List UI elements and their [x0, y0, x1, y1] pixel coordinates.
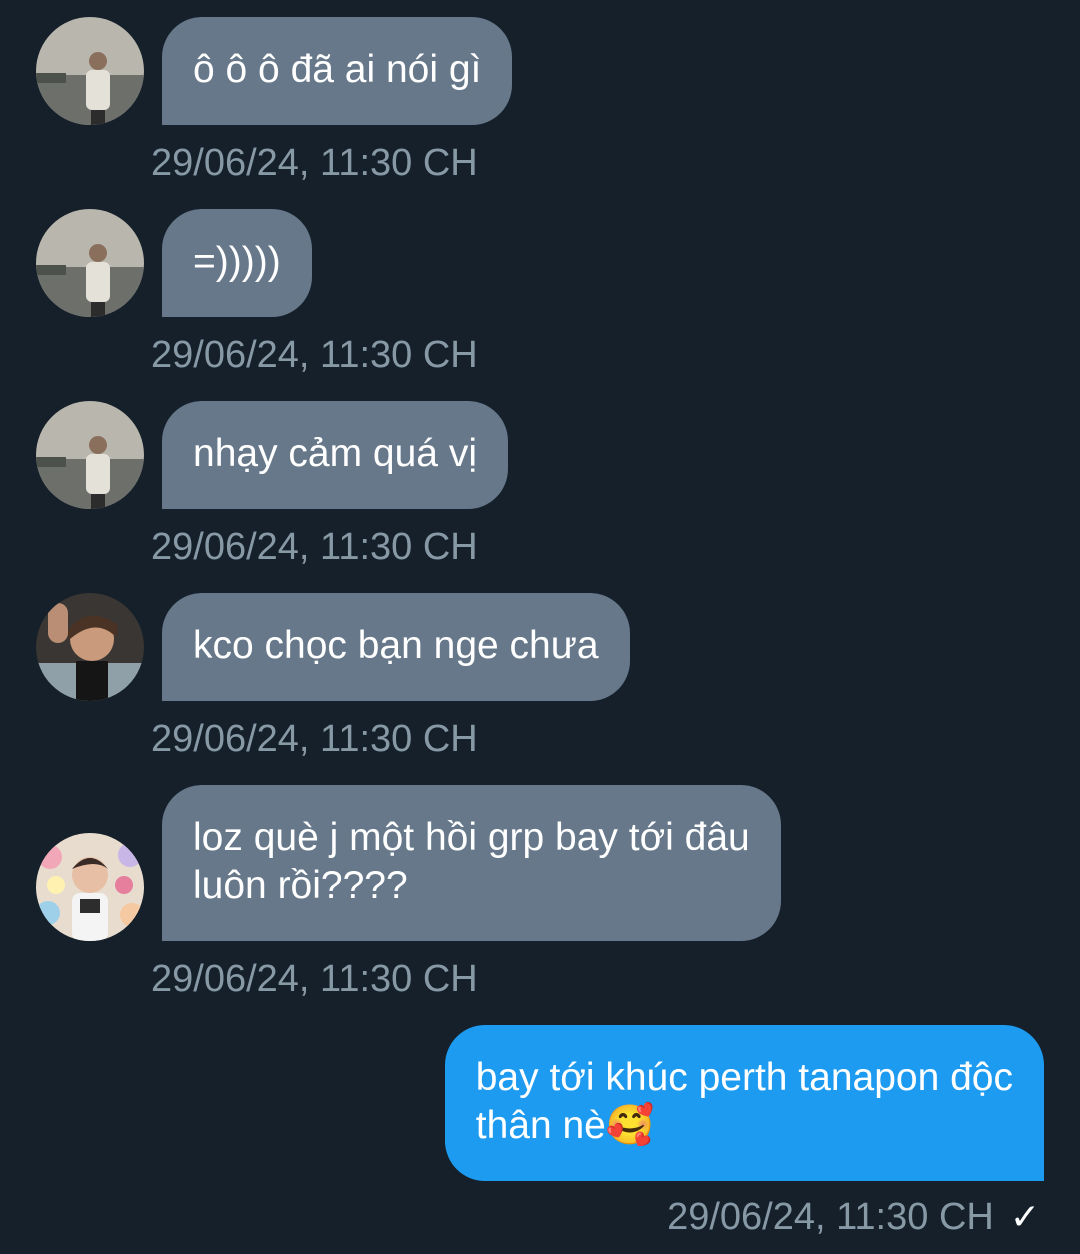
message-text: nhạy cảm quá vị [193, 432, 477, 475]
message-bubble[interactable]: ô ô ô đã ai nói gì [162, 17, 513, 125]
avatar[interactable] [36, 833, 144, 941]
message-text-line: thân nè🥰 [475, 1103, 655, 1148]
message-timestamp: 29/06/24, 11:30 CH [151, 334, 478, 376]
message-bubble[interactable]: =))))) [162, 209, 312, 317]
message-text: =))))) [193, 240, 281, 283]
message-text: ô ô ô đã ai nói gì [193, 48, 482, 91]
message-text-line: bay tới khúc perth tanapon độc [475, 1056, 1013, 1099]
message-timestamp: 29/06/24, 11:30 CH [151, 526, 478, 568]
message-bubble[interactable]: kco chọc bạn nge chưa [162, 593, 630, 701]
avatar[interactable] [36, 17, 144, 125]
message-text-line: loz què j một hồi grp bay tới đâu [193, 816, 750, 859]
message-timestamp: 29/06/24, 11:30 CH [151, 958, 478, 1000]
message-bubble[interactable]: loz què j một hồi grp bay tới đâu luôn r… [162, 785, 781, 941]
message-timestamp: 29/06/24, 11:30 CH ✓ [667, 1196, 1040, 1238]
avatar[interactable] [36, 593, 144, 701]
avatar[interactable] [36, 401, 144, 509]
smiling-face-hearts-emoji: 🥰 [605, 1103, 655, 1148]
outgoing-message-bubble[interactable]: bay tới khúc perth tanapon độc thân nè🥰 [444, 1025, 1044, 1181]
message-timestamp: 29/06/24, 11:30 CH [151, 718, 478, 760]
avatar-photo-lake [36, 17, 144, 125]
message-timestamp: 29/06/24, 11:30 CH [151, 142, 478, 184]
message-text-line: luôn rồi???? [193, 864, 408, 907]
avatar-photo-portrait [36, 593, 144, 701]
avatar-photo-lake [36, 209, 144, 317]
avatar-photo-plush-store [36, 833, 144, 941]
avatar[interactable] [36, 209, 144, 317]
check-icon: ✓ [1009, 1197, 1040, 1238]
message-text: kco chọc bạn nge chưa [193, 624, 599, 667]
message-bubble[interactable]: nhạy cảm quá vị [162, 401, 508, 509]
avatar-photo-lake [36, 401, 144, 509]
